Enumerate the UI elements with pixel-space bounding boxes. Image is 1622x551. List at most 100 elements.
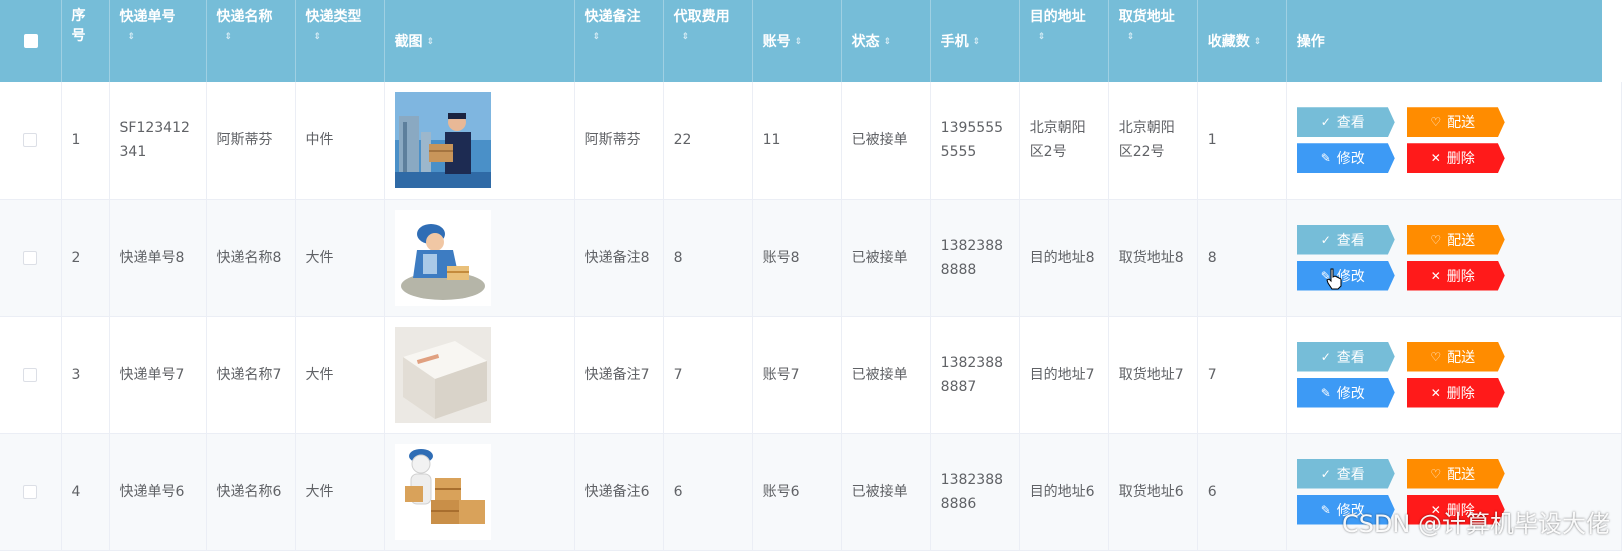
sort-icon[interactable]: ⇕ — [682, 32, 744, 42]
sort-icon[interactable]: ⇕ — [225, 32, 287, 42]
delete-label: 删除 — [1446, 268, 1475, 285]
sort-icon[interactable]: ⇕ — [1254, 37, 1262, 47]
heart-icon: ♡ — [1430, 232, 1442, 247]
header-screenshot[interactable]: 截图 ⇕ — [384, 0, 575, 82]
cell-type: 大件 — [295, 433, 385, 550]
row-checkbox[interactable] — [23, 250, 38, 265]
row-checkbox[interactable] — [23, 484, 38, 499]
boxes-illustration-image[interactable] — [394, 443, 491, 540]
heart-icon: ♡ — [1430, 466, 1442, 481]
sort-icon[interactable]: ⇕ — [593, 32, 655, 42]
header-remark[interactable]: 快递备注 ⇕ — [574, 0, 664, 82]
check-icon: ✓ — [1320, 115, 1331, 130]
row-select-cell[interactable] — [0, 433, 62, 550]
cell-status: 已被接单 — [841, 199, 931, 316]
sort-icon[interactable]: ⇕ — [973, 37, 981, 47]
header-actions-label: 操作 — [1296, 34, 1325, 50]
heart-icon: ♡ — [1430, 115, 1442, 130]
header-destination[interactable]: 目的地址 ⇕ — [1019, 0, 1109, 82]
cell-remark: 快递备注8 — [574, 199, 664, 316]
row-select-cell[interactable] — [0, 199, 62, 316]
cell-remark: 快递备注7 — [574, 316, 664, 433]
sort-icon[interactable]: ⇕ — [795, 37, 803, 47]
sort-icon[interactable]: ⇕ — [1127, 32, 1189, 42]
deliver-button[interactable]: ♡ 配送 — [1406, 107, 1505, 138]
cell-status: 已被接单 — [841, 433, 931, 550]
cell-name: 快递名称6 — [206, 433, 296, 550]
edit-button[interactable]: ✎ 修改 — [1296, 377, 1395, 408]
deliver-button[interactable]: ♡ 配送 — [1406, 458, 1505, 489]
header-phone-label: 手机 — [940, 34, 969, 50]
hand-cursor-icon — [1326, 268, 1342, 290]
cell-name: 快递名称8 — [206, 199, 296, 316]
header-name[interactable]: 快递名称 ⇕ — [206, 0, 296, 82]
header-type[interactable]: 快递类型 ⇕ — [295, 0, 385, 82]
sort-icon[interactable]: ⇕ — [1038, 32, 1100, 42]
cell-status: 已被接单 — [841, 316, 931, 433]
header-actions: 操作 — [1286, 0, 1622, 82]
view-button[interactable]: ✓ 查看 — [1296, 341, 1395, 372]
delete-button[interactable]: ✕ 删除 — [1406, 143, 1505, 174]
row-checkbox[interactable] — [23, 133, 38, 148]
header-index-label: 序号 — [71, 8, 86, 44]
cell-screenshot — [384, 433, 575, 550]
header-phone[interactable]: 手机 ⇕ — [930, 0, 1020, 82]
check-icon: ✓ — [1320, 232, 1331, 247]
cell-screenshot — [384, 199, 575, 316]
cell-remark: 阿斯蒂芬 — [574, 82, 664, 199]
cell-pickup: 北京朝阳区22号 — [1108, 82, 1198, 199]
select-all-checkbox[interactable] — [24, 34, 39, 48]
sort-icon[interactable]: ⇕ — [884, 37, 892, 47]
sort-icon[interactable]: ⇕ — [128, 32, 198, 42]
deliver-button[interactable]: ♡ 配送 — [1406, 224, 1505, 255]
cell-destination: 北京朝阳区2号 — [1019, 82, 1109, 199]
courier-photo-image[interactable] — [394, 92, 491, 189]
cell-remark: 快递备注6 — [574, 433, 664, 550]
header-fee[interactable]: 代取费用 ⇕ — [663, 0, 753, 82]
row-select-cell[interactable] — [0, 316, 62, 433]
close-icon: ✕ — [1430, 151, 1441, 166]
cell-favorites: 7 — [1197, 316, 1287, 433]
cell-pickup: 取货地址6 — [1108, 433, 1198, 550]
cell-tracking-no: 快递单号6 — [109, 433, 207, 550]
header-account[interactable]: 账号 ⇕ — [752, 0, 842, 82]
delete-button[interactable]: ✕ 删除 — [1406, 377, 1505, 408]
cell-destination: 目的地址8 — [1019, 199, 1109, 316]
header-pickup[interactable]: 取货地址 ⇕ — [1108, 0, 1198, 82]
view-button[interactable]: ✓ 查看 — [1296, 224, 1395, 255]
deliver-button[interactable]: ♡ 配送 — [1406, 341, 1505, 372]
cell-destination: 目的地址6 — [1019, 433, 1109, 550]
header-select-all[interactable] — [0, 0, 62, 82]
header-status[interactable]: 状态 ⇕ — [841, 0, 931, 82]
deliver-label: 配送 — [1447, 466, 1476, 483]
header-destination-label: 目的地址 — [1029, 9, 1086, 25]
edit-label: 修改 — [1336, 151, 1365, 168]
cell-tracking-no: 快递单号7 — [109, 316, 207, 433]
cell-phone: 13955555555 — [930, 82, 1020, 199]
courier-sign-image[interactable] — [394, 209, 491, 306]
cell-name: 阿斯蒂芬 — [206, 82, 296, 199]
cell-destination: 目的地址7 — [1019, 316, 1109, 433]
header-type-label: 快递类型 — [305, 9, 362, 25]
header-tracking-no-label: 快递单号 — [119, 9, 176, 25]
header-tracking-no[interactable]: 快递单号 ⇕ — [109, 0, 207, 82]
watermark: CSDN @计算机毕设大佬 — [1341, 510, 1610, 538]
view-button[interactable]: ✓ 查看 — [1296, 458, 1395, 489]
row-select-cell[interactable] — [0, 82, 62, 199]
cell-status: 已被接单 — [841, 82, 931, 199]
pencil-icon: ✎ — [1320, 385, 1331, 400]
parcel-photo-image[interactable] — [394, 326, 491, 423]
sort-icon[interactable]: ⇕ — [427, 37, 435, 47]
table-row: 2 快递单号8 快递名称8 大件 快递备注8 8 账号8 已被接单 138238… — [0, 199, 1622, 316]
header-favorites[interactable]: 收藏数 ⇕ — [1197, 0, 1287, 82]
edit-button[interactable]: ✎ 修改 — [1296, 260, 1395, 291]
edit-button[interactable]: ✎ 修改 — [1296, 143, 1395, 174]
row-checkbox[interactable] — [23, 367, 38, 382]
cell-account: 账号6 — [752, 433, 842, 550]
pencil-icon: ✎ — [1320, 151, 1331, 166]
view-button[interactable]: ✓ 查看 — [1296, 107, 1395, 138]
cell-favorites: 6 — [1197, 433, 1287, 550]
sort-icon[interactable]: ⇕ — [314, 32, 376, 42]
check-icon: ✓ — [1320, 349, 1331, 364]
delete-button[interactable]: ✕ 删除 — [1406, 260, 1505, 291]
